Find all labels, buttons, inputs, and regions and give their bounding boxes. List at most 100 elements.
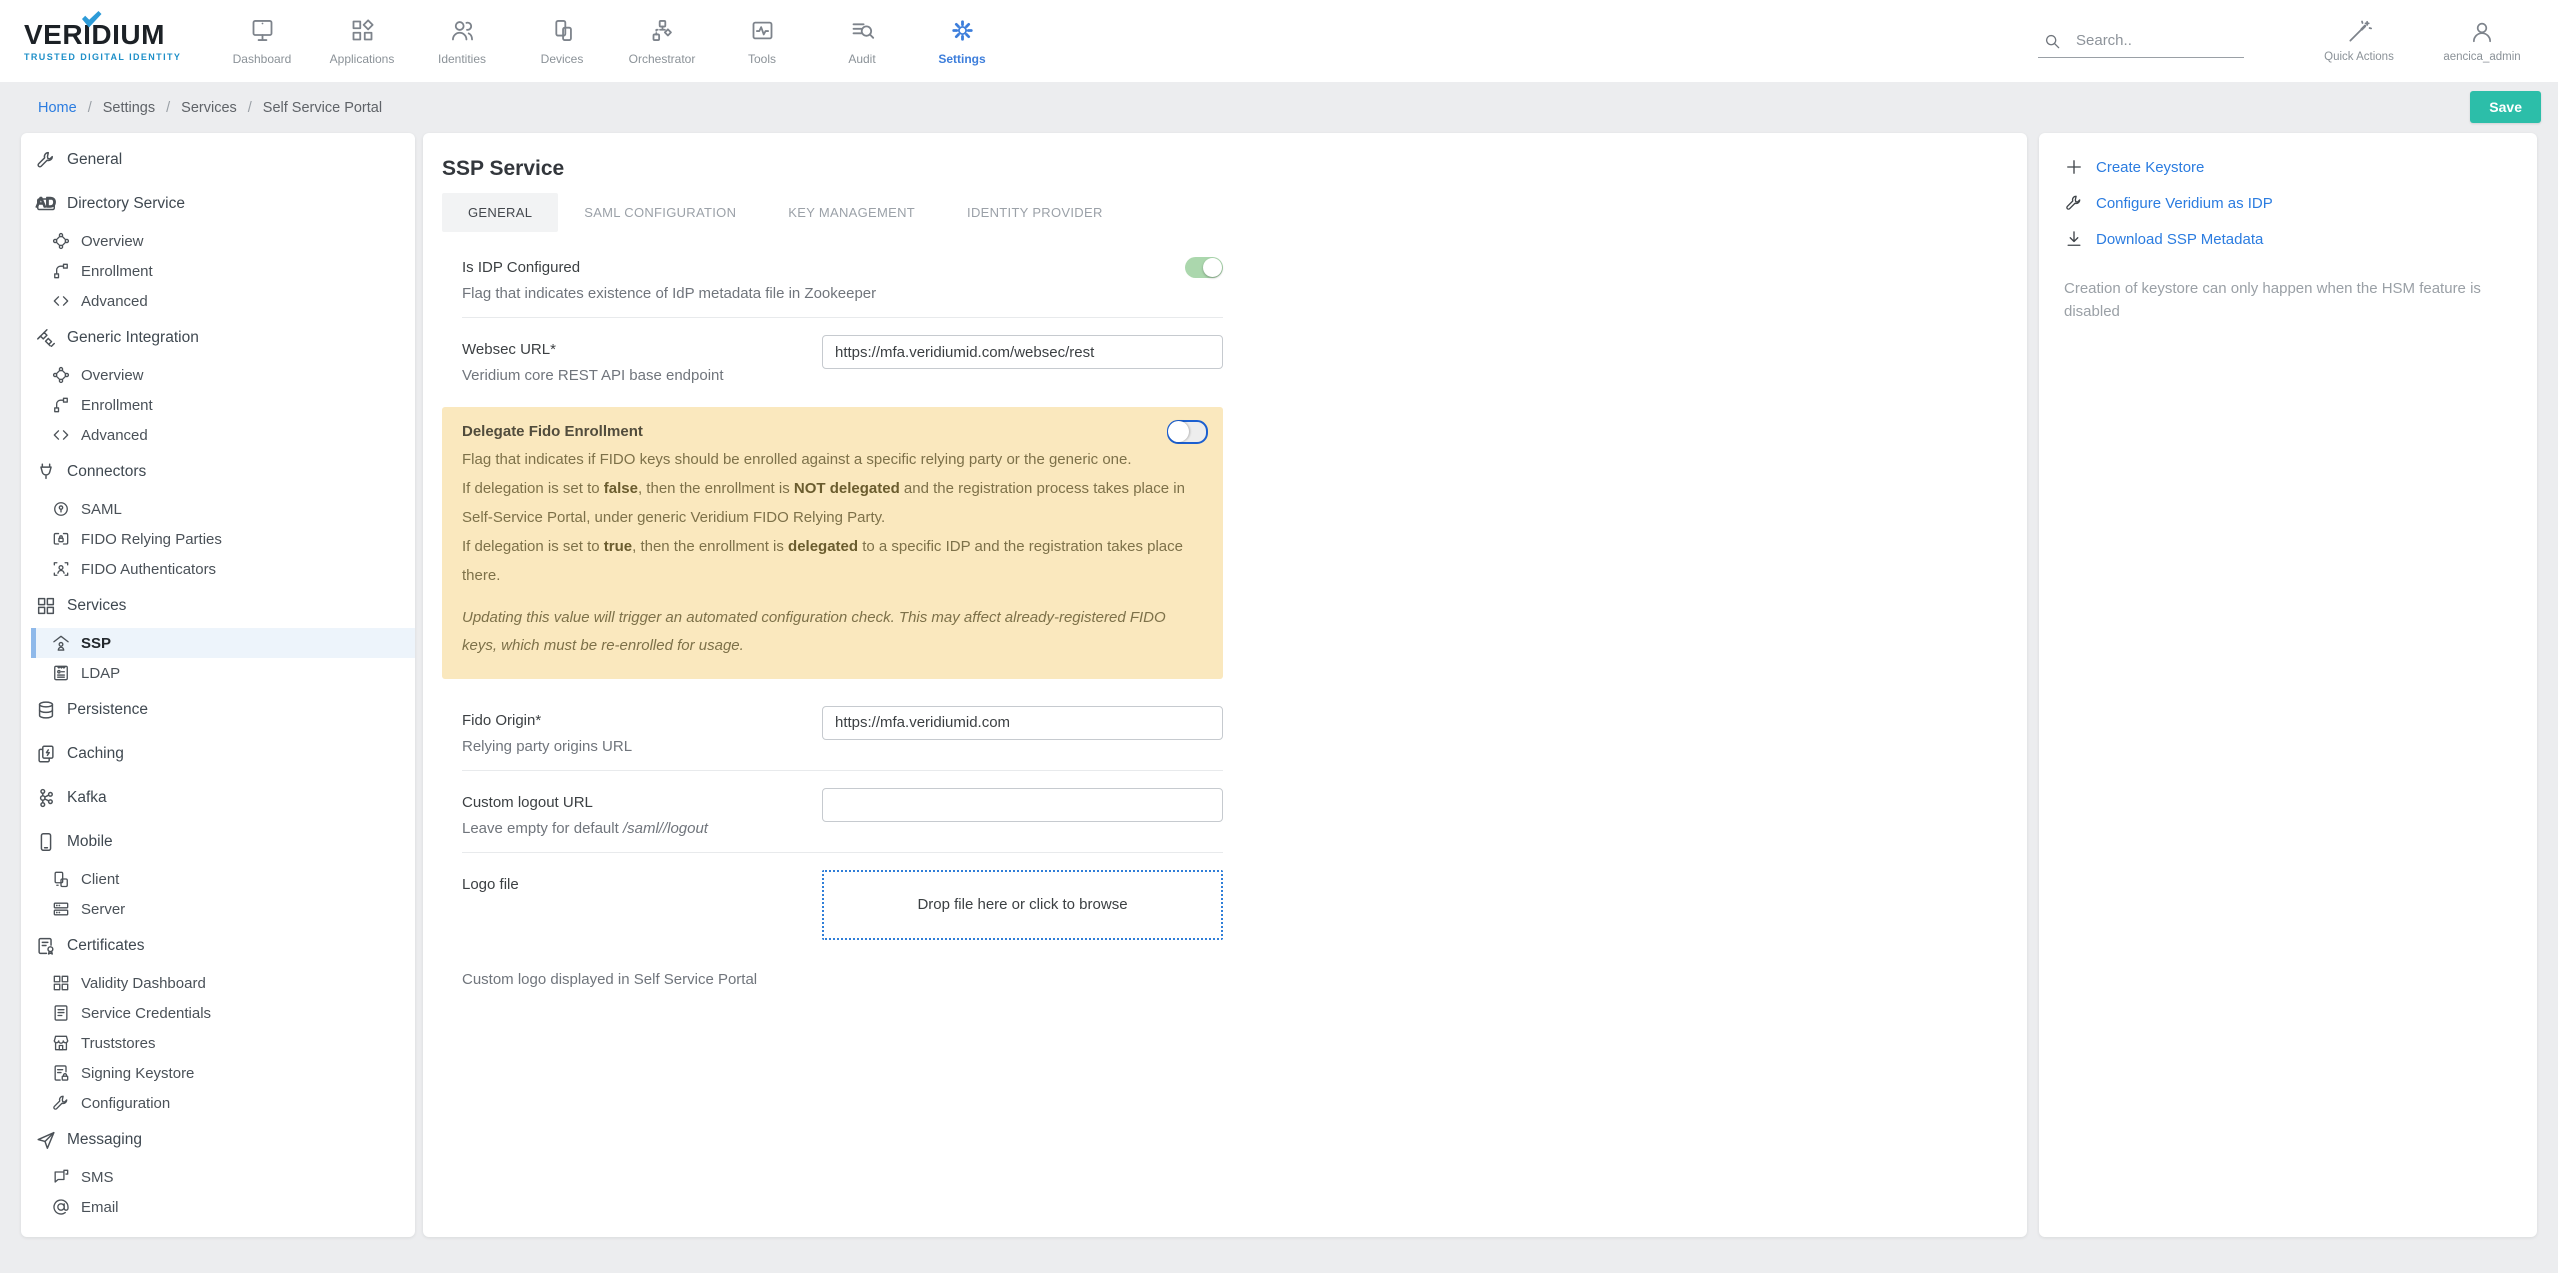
- panel-links: Create Keystore Configure Veridium as ID…: [2064, 157, 2512, 249]
- logo-file-dropzone[interactable]: Drop file here or click to browse: [822, 870, 1223, 940]
- panel-link[interactable]: Configure Veridium as IDP: [2064, 193, 2512, 213]
- logo-checkmark-icon: [81, 11, 102, 28]
- websec-url-input[interactable]: [822, 335, 1223, 369]
- sidebar-item[interactable]: Certificates: [21, 924, 415, 968]
- user-menu[interactable]: aencica_admin: [2430, 19, 2534, 63]
- sidebar-item[interactable]: SAML: [31, 494, 415, 524]
- sidebar-item[interactable]: Client: [31, 864, 415, 894]
- client-devices-icon: [51, 869, 71, 889]
- tab[interactable]: IDENTITY PROVIDER: [941, 193, 1129, 232]
- tab[interactable]: KEY MANAGEMENT: [762, 193, 941, 232]
- sidebar-item[interactable]: Persistence: [21, 688, 415, 732]
- sidebar-item[interactable]: Connectors: [21, 450, 415, 494]
- apps-icon: [349, 17, 376, 44]
- nav-item[interactable]: Orchestrator: [612, 17, 712, 66]
- at-icon: [51, 1197, 71, 1217]
- quick-actions-button[interactable]: Quick Actions: [2304, 19, 2414, 63]
- sidebar-item[interactable]: LDAP: [31, 658, 415, 688]
- content-area: General Directory Service Overview Enrol…: [0, 133, 2558, 1237]
- sidebar-item[interactable]: Overview: [31, 226, 415, 256]
- nav-item[interactable]: Applications: [312, 17, 412, 66]
- audit-icon: [849, 17, 876, 44]
- database-icon: [35, 699, 57, 721]
- custom-logout-input[interactable]: [822, 788, 1223, 822]
- sidebar-item[interactable]: SSP: [31, 628, 415, 658]
- tab[interactable]: GENERAL: [442, 193, 558, 232]
- search-input[interactable]: [2074, 31, 2228, 50]
- saml-icon: [51, 499, 71, 519]
- face-scan-icon: [51, 559, 71, 579]
- certificate-icon: [35, 935, 57, 957]
- general-form: Is IDP Configured Flag that indicates ex…: [442, 236, 1223, 988]
- download-icon: [2064, 229, 2084, 249]
- server-icon: [51, 899, 71, 919]
- code-icon: [51, 291, 71, 311]
- nav-item[interactable]: Identities: [412, 17, 512, 66]
- nav-item[interactable]: Settings: [912, 17, 1012, 66]
- actions-panel: Create Keystore Configure Veridium as ID…: [2039, 133, 2537, 1237]
- sidebar-item[interactable]: General: [21, 138, 415, 182]
- people-icon: [449, 17, 476, 44]
- delegate-desc-line3: If delegation is set to true, then the e…: [462, 533, 1203, 591]
- nav-item[interactable]: Devices: [512, 17, 612, 66]
- sidebar-item[interactable]: FIDO Authenticators: [31, 554, 415, 584]
- fido-origin-row: Fido Origin* Relying party origins URL: [442, 689, 1223, 770]
- socket-icon: [35, 461, 57, 483]
- veridium-logo[interactable]: VERIDIUM TRUSTED DIGITAL IDENTITY: [24, 21, 192, 62]
- delegate-warning-note: Updating this value will trigger an auto…: [462, 604, 1203, 661]
- breadcrumb: /Home /Settings /Services /Self Service …: [38, 100, 382, 116]
- wand-icon: [2346, 19, 2372, 45]
- grid-icon: [51, 973, 71, 993]
- sidebar-item[interactable]: Validity Dashboard: [31, 968, 415, 998]
- breadcrumb-item[interactable]: /Self Service Portal: [237, 100, 382, 116]
- fido-origin-input[interactable]: [822, 706, 1223, 740]
- sidebar-item[interactable]: Email: [31, 1192, 415, 1222]
- sidebar-item[interactable]: Advanced: [31, 420, 415, 450]
- sidebar-item[interactable]: SMS: [31, 1162, 415, 1192]
- sidebar-item[interactable]: Caching: [21, 732, 415, 776]
- plug-icon: [35, 327, 57, 349]
- websec-url-row: Websec URL* Veridium core REST API base …: [442, 318, 1223, 399]
- toggle-knob: [1168, 421, 1189, 442]
- sidebar-item[interactable]: Mobile: [21, 820, 415, 864]
- sidebar-item[interactable]: Configuration: [31, 1088, 415, 1118]
- sidebar-item[interactable]: Enrollment: [31, 256, 415, 286]
- sidebar-item[interactable]: Service Credentials: [31, 998, 415, 1028]
- save-button[interactable]: Save: [2470, 91, 2541, 123]
- panel-link[interactable]: Download SSP Metadata: [2064, 229, 2512, 249]
- nav-item[interactable]: Dashboard: [212, 17, 312, 66]
- nav-item[interactable]: Audit: [812, 17, 912, 66]
- is-idp-toggle[interactable]: [1185, 257, 1223, 278]
- breadcrumb-item[interactable]: /Services: [155, 100, 237, 116]
- username-label: aencica_admin: [2443, 51, 2520, 63]
- sidebar-item[interactable]: Services: [21, 584, 415, 628]
- sidebar-item[interactable]: Overview: [31, 360, 415, 390]
- flow-icon: [51, 261, 71, 281]
- sidebar-item[interactable]: Truststores: [31, 1028, 415, 1058]
- delegate-fido-toggle[interactable]: [1167, 420, 1208, 444]
- ssp-service-panel: SSP Service GENERAL SAML CONFIGURATION K…: [423, 133, 2027, 1237]
- nav-item[interactable]: Tools: [712, 17, 812, 66]
- monitor-icon: [249, 17, 276, 44]
- doc-lines-icon: [51, 1003, 71, 1023]
- sidebar-item[interactable]: Kafka: [21, 776, 415, 820]
- breadcrumb-item[interactable]: /Settings: [77, 100, 155, 116]
- store-icon: [51, 1033, 71, 1053]
- sidebar-item[interactable]: Messaging: [21, 1118, 415, 1162]
- breadcrumb-item[interactable]: /Home: [38, 100, 77, 116]
- sidebar-item[interactable]: Signing Keystore: [31, 1058, 415, 1088]
- delegate-fido-warning-box: Delegate Fido Enrollment Flag that indic…: [442, 407, 1223, 679]
- panel-link[interactable]: Create Keystore: [2064, 157, 2512, 177]
- is-idp-desc: Flag that indicates existence of IdP met…: [462, 285, 1165, 302]
- brand-name: VERIDIUM: [24, 21, 192, 49]
- main-nav: Dashboard Applications Identities Device…: [212, 17, 1012, 66]
- sidebar-item[interactable]: Directory Service: [21, 182, 415, 226]
- sidebar-item[interactable]: Generic Integration: [21, 316, 415, 360]
- sidebar-item[interactable]: Server: [31, 894, 415, 924]
- sidebar-item[interactable]: Advanced: [31, 286, 415, 316]
- tab[interactable]: SAML CONFIGURATION: [558, 193, 762, 232]
- breadcrumb-bar: /Home /Settings /Services /Self Service …: [0, 82, 2558, 133]
- sidebar-item[interactable]: FIDO Relying Parties: [31, 524, 415, 554]
- custom-logout-label: Custom logout URL: [462, 788, 802, 811]
- sidebar-item[interactable]: Enrollment: [31, 390, 415, 420]
